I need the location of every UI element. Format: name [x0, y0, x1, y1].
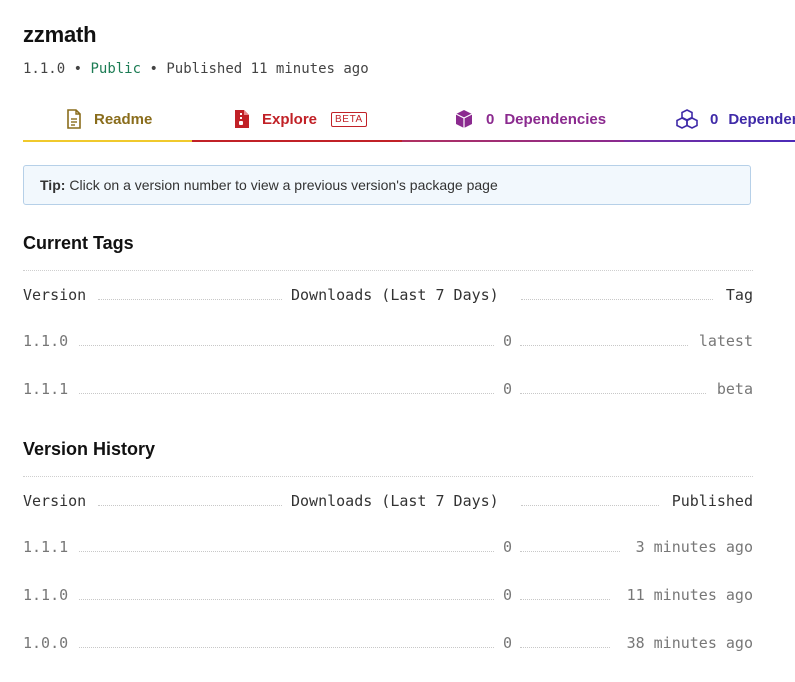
tab-dependents[interactable]: 0 Dependents [624, 98, 795, 142]
published-time: 11 minutes ago [626, 586, 753, 604]
leader-dots [79, 599, 494, 600]
version-link[interactable]: 1.1.0 [23, 586, 69, 604]
box-icon [454, 109, 474, 129]
package-meta: 1.1.0 • Public • Published 11 minutes ag… [23, 61, 369, 77]
tab-explore[interactable]: Explore BETA [192, 98, 402, 142]
leader-dots [79, 647, 494, 648]
leader-dots [521, 505, 659, 506]
version-link[interactable]: 1.0.0 [23, 634, 69, 652]
table-row: 1.1.0 0 11 minutes ago [23, 586, 753, 608]
tip-banner: Tip: Click on a version number to view a… [23, 165, 751, 205]
stacked-boxes-icon [676, 109, 698, 129]
column-header-downloads: Downloads (Last 7 Days) [291, 492, 499, 510]
current-tags-title: Current Tags [23, 233, 134, 253]
table-row: 1.0.0 0 38 minutes ago [23, 634, 753, 656]
version-history-divider [23, 476, 753, 477]
package-name: zzmath [23, 22, 97, 47]
dependencies-count: 0 [486, 110, 495, 128]
downloads-count: 0 [503, 586, 513, 604]
leader-dots [520, 393, 706, 394]
tab-explore-underline [192, 140, 402, 142]
tab-dependencies[interactable]: 0 Dependencies [402, 98, 624, 142]
leader-dots [521, 299, 713, 300]
visibility-badge: Public [90, 61, 142, 77]
tab-dependents-label: Dependents [728, 110, 795, 128]
tab-explore-label: Explore [262, 110, 318, 128]
published-time: Published 11 minutes ago [166, 61, 369, 77]
tab-dependencies-underline [402, 140, 624, 142]
column-header-downloads: Downloads (Last 7 Days) [291, 286, 499, 304]
downloads-count: 0 [503, 332, 513, 350]
table-row: 1.1.1 0 3 minutes ago [23, 538, 753, 560]
leader-dots [520, 647, 610, 648]
tab-readme[interactable]: Readme [23, 98, 192, 142]
leader-dots [79, 393, 494, 394]
tab-dependencies-label: Dependencies [504, 110, 607, 128]
downloads-count: 0 [503, 634, 513, 652]
current-tags-header-row: Version Downloads (Last 7 Days) Tag [23, 286, 753, 308]
dependents-count: 0 [710, 110, 719, 128]
readme-document-icon [66, 109, 82, 129]
leader-dots [79, 345, 494, 346]
table-row: 1.1.0 0 latest [23, 332, 753, 354]
meta-separator: • [73, 61, 83, 77]
version-link[interactable]: 1.1.1 [23, 380, 69, 398]
tip-text: Click on a version number to view a prev… [69, 177, 498, 193]
meta-separator: • [149, 61, 158, 77]
tab-readme-underline [23, 140, 192, 142]
tab-dependents-underline [624, 140, 795, 142]
column-header-version: Version [23, 492, 87, 510]
downloads-count: 0 [503, 538, 513, 556]
current-tags-divider [23, 270, 753, 271]
leader-dots [98, 505, 282, 506]
published-time: 3 minutes ago [635, 538, 753, 556]
column-header-tag: Tag [725, 286, 753, 304]
version-link[interactable]: 1.1.1 [23, 538, 69, 556]
leader-dots [520, 551, 620, 552]
table-row: 1.1.1 0 beta [23, 380, 753, 402]
downloads-count: 0 [503, 380, 513, 398]
beta-badge: BETA [331, 111, 367, 127]
tag-name: beta [716, 380, 753, 398]
leader-dots [79, 551, 494, 552]
package-version: 1.1.0 [23, 61, 66, 77]
column-header-version: Version [23, 286, 87, 304]
tab-readme-label: Readme [94, 110, 153, 128]
leader-dots [520, 599, 610, 600]
package-tabs: Readme Explore BETA 0 Dependencies 0 Dep… [23, 98, 795, 142]
leader-dots [98, 299, 282, 300]
version-link[interactable]: 1.1.0 [23, 332, 69, 350]
column-header-published: Published [671, 492, 753, 510]
zip-file-icon [234, 109, 250, 129]
tag-name: latest [698, 332, 753, 350]
tip-label: Tip: [40, 177, 66, 193]
published-time: 38 minutes ago [626, 634, 753, 652]
leader-dots [520, 345, 688, 346]
version-history-title: Version History [23, 439, 156, 459]
version-history-header-row: Version Downloads (Last 7 Days) Publishe… [23, 492, 753, 514]
